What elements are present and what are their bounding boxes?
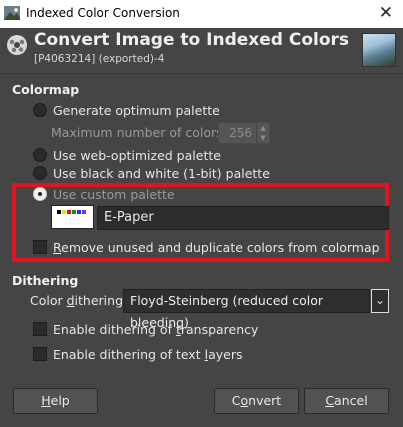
palette-preview[interactable] — [51, 205, 94, 229]
remove-unused-colors-checkbox[interactable]: Remove unused and duplicate colors from … — [33, 238, 380, 256]
max-colors-spinner[interactable]: 256 ▲ ▼ — [218, 122, 270, 144]
help-button[interactable]: Help — [13, 388, 98, 414]
window-titlebar: Indexed Color Conversion ✕ — [0, 0, 403, 28]
max-colors-row: Maximum number of colors: — [51, 123, 227, 141]
max-colors-label: Maximum number of colors: — [51, 124, 227, 140]
radio-black-white[interactable]: Use black and white (1-bit) palette — [33, 164, 270, 182]
radio-label: Generate optimum palette — [53, 102, 220, 118]
gimp-app-icon — [4, 6, 20, 20]
image-name: [P4063214] (exported)-4 — [34, 53, 165, 65]
radio-generate-optimum[interactable]: Generate optimum palette — [33, 101, 220, 119]
cancel-button[interactable]: Cancel — [304, 388, 389, 414]
dither-text-layers-checkbox[interactable]: Enable dithering of text layers — [33, 345, 242, 363]
radio-label: Use custom palette — [53, 186, 175, 202]
color-dithering-label: Color dithering: — [30, 293, 128, 308]
spin-up-icon[interactable]: ▲ — [257, 123, 269, 133]
checkbox-label: Remove unused and duplicate colors from … — [53, 239, 380, 255]
convert-button[interactable]: Convert — [214, 388, 299, 414]
radio-button[interactable] — [33, 166, 47, 180]
radio-custom-palette[interactable]: Use custom palette — [33, 185, 175, 203]
color-dithering-dropdown[interactable]: Floyd-Steinberg (reduced color bleeding) — [123, 289, 370, 330]
close-icon[interactable]: ✕ — [379, 3, 393, 23]
image-thumbnail — [362, 33, 396, 67]
max-colors-value[interactable]: 256 — [219, 123, 256, 143]
radio-button[interactable] — [33, 103, 47, 117]
radio-web-optimized[interactable]: Use web-optimized palette — [33, 146, 221, 164]
radio-button[interactable] — [33, 148, 47, 162]
custom-palette-field[interactable]: E-Paper — [97, 206, 389, 230]
radio-label: Use web-optimized palette — [53, 147, 221, 163]
checkbox[interactable] — [33, 322, 47, 336]
chevron-down-icon[interactable]: ⌄ — [371, 289, 389, 313]
dithering-section-title: Dithering — [12, 273, 79, 288]
checkbox[interactable] — [33, 347, 47, 361]
radio-label: Use black and white (1-bit) palette — [53, 165, 270, 181]
checkbox-label: Enable dithering of transparency — [53, 321, 259, 337]
colormap-section-title: Colormap — [12, 82, 80, 97]
dialog-title: Convert Image to Indexed Colors — [34, 30, 350, 50]
checkbox-label: Enable dithering of text layers — [53, 346, 243, 362]
convert-mode-icon — [7, 35, 27, 55]
radio-button-selected[interactable] — [33, 187, 47, 201]
dither-transparency-checkbox[interactable]: Enable dithering of transparency — [33, 320, 258, 338]
header-divider — [0, 73, 403, 74]
spin-down-icon[interactable]: ▼ — [257, 133, 269, 143]
window-title: Indexed Color Conversion — [26, 6, 180, 20]
checkbox[interactable] — [33, 240, 47, 254]
